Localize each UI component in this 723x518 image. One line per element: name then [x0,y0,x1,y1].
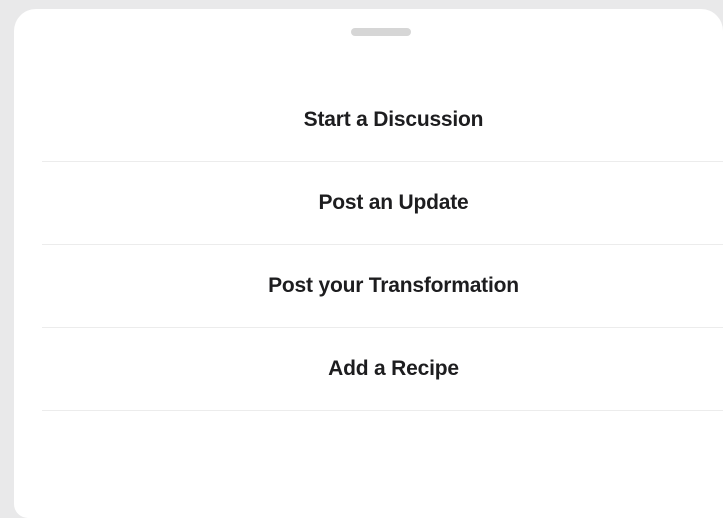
action-sheet: Start a Discussion Post an Update Post y… [14,9,723,518]
menu-item-post-transformation[interactable]: Post your Transformation [42,245,723,328]
menu-item-label: Post your Transformation [268,274,519,297]
menu-item-label: Post an Update [318,191,469,214]
menu-item-start-discussion[interactable]: Start a Discussion [42,79,723,162]
sheet-drag-handle[interactable] [351,28,411,36]
menu-item-label: Add a Recipe [328,357,459,380]
menu-item-add-recipe[interactable]: Add a Recipe [42,328,723,411]
action-menu: Start a Discussion Post an Update Post y… [42,79,723,411]
menu-item-label: Start a Discussion [303,108,484,131]
menu-item-post-update[interactable]: Post an Update [42,162,723,245]
